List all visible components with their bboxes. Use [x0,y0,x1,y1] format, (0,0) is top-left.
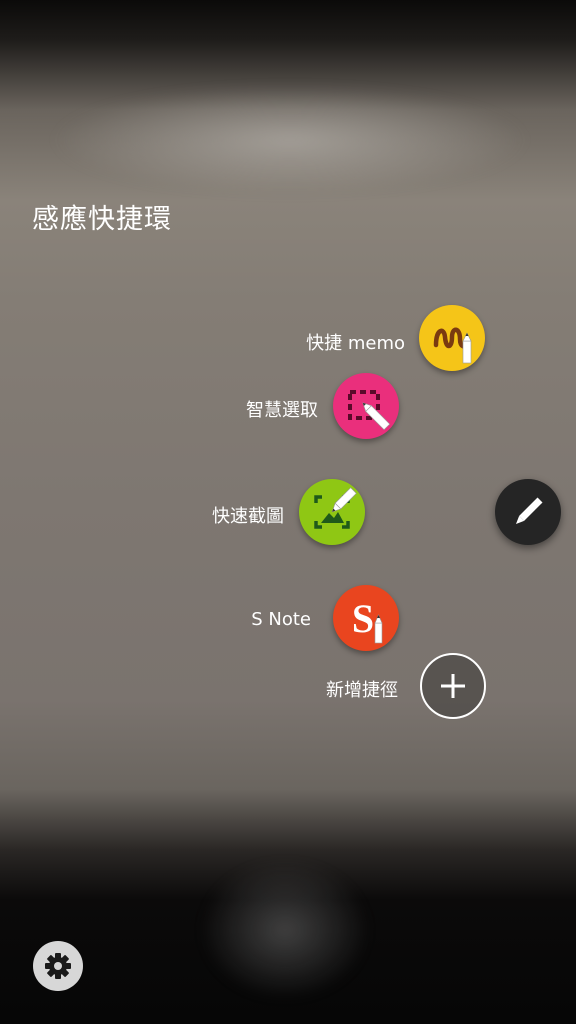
plus-icon [441,674,465,698]
screen-write-icon [314,487,357,529]
svg-text:S: S [352,596,374,641]
gear-icon [45,953,71,979]
item-label-s-note[interactable]: S Note [251,609,311,630]
screen-write-button[interactable] [299,479,365,545]
add-shortcut-button[interactable] [420,653,486,719]
s-note-icon: S [352,596,383,644]
s-note-button[interactable]: S [333,585,399,651]
background-blur-bottom [200,860,370,1000]
item-label-add-shortcut[interactable]: 新增捷徑 [326,676,398,702]
action-memo-icon [433,327,472,364]
smart-select-icon [348,390,391,431]
air-command-pen-button[interactable] [495,479,561,545]
item-label-action-memo[interactable]: 快捷 memo [306,329,405,355]
action-memo-button[interactable] [419,305,485,371]
settings-button[interactable] [33,941,83,991]
item-label-screen-write[interactable]: 快速截圖 [212,502,284,528]
background-blur [50,85,530,195]
pen-icon [515,497,543,525]
item-label-smart-select[interactable]: 智慧選取 [246,396,318,422]
page-title: 感應快捷環 [32,204,172,235]
smart-select-button[interactable] [333,373,399,439]
